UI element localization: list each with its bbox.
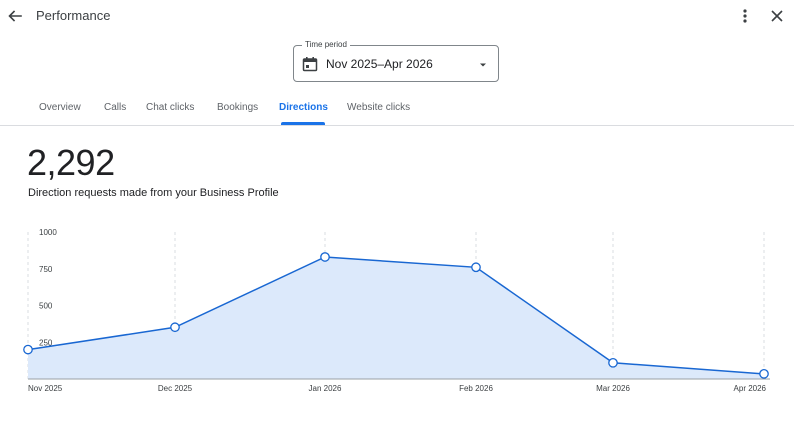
y-tick-label: 750: [39, 265, 53, 274]
data-point-4: [608, 357, 618, 368]
directions-chart: 1000750500250Nov 2025 Dec 2025 Jan 2026 Feb…: [23, 226, 770, 393]
back-button[interactable]: [5, 6, 25, 26]
x-tick-label: Dec 2025: [158, 384, 193, 393]
time-period-select[interactable]: Time period Nov 2025–Apr 2026: [293, 39, 499, 82]
data-point-0: [23, 344, 33, 355]
data-point-1: [170, 322, 180, 333]
page-title: Performance: [36, 8, 111, 23]
metric-value: 2,292: [27, 142, 115, 183]
area-fill: [28, 257, 764, 379]
tab-website-clicks[interactable]: Website clicks: [347, 102, 410, 113]
tab-bar: Overview Calls Chat clicks Bookings Dire…: [0, 95, 794, 126]
active-tab-indicator: [281, 122, 325, 125]
x-tick-label: Nov 2025: [28, 384, 63, 393]
tab-directions[interactable]: Directions: [279, 102, 328, 113]
x-tick-label: Jan 2026: [309, 384, 342, 393]
caret-down-icon: [480, 63, 486, 67]
x-tick-label: Mar 2026: [596, 384, 630, 393]
more-vert-icon: [743, 9, 747, 23]
y-tick-label: 1000: [39, 228, 57, 237]
x-tick-label: Apr 2026: [734, 384, 767, 393]
tab-overview[interactable]: Overview: [39, 102, 81, 113]
metric-description: Direction requests made from your Busine…: [28, 187, 279, 199]
time-period-value: Nov 2025–Apr 2026: [326, 57, 433, 71]
tab-chat-clicks[interactable]: Chat clicks: [146, 102, 194, 113]
data-point-3: [471, 262, 481, 273]
time-period-label: Time period: [302, 39, 350, 51]
header: Performance: [0, 0, 794, 34]
data-point-2: [320, 252, 330, 262]
data-point-5: [759, 369, 769, 379]
calendar-icon: [302, 57, 318, 72]
close-icon: [771, 10, 783, 22]
tab-calls[interactable]: Calls: [104, 102, 126, 113]
more-options-button[interactable]: [735, 6, 755, 26]
tab-bookings[interactable]: Bookings: [217, 102, 258, 113]
x-tick-label: Feb 2026: [459, 384, 493, 393]
close-button[interactable]: [767, 6, 787, 26]
y-tick-label: 500: [39, 302, 53, 311]
arrow-back-icon: [8, 10, 22, 22]
